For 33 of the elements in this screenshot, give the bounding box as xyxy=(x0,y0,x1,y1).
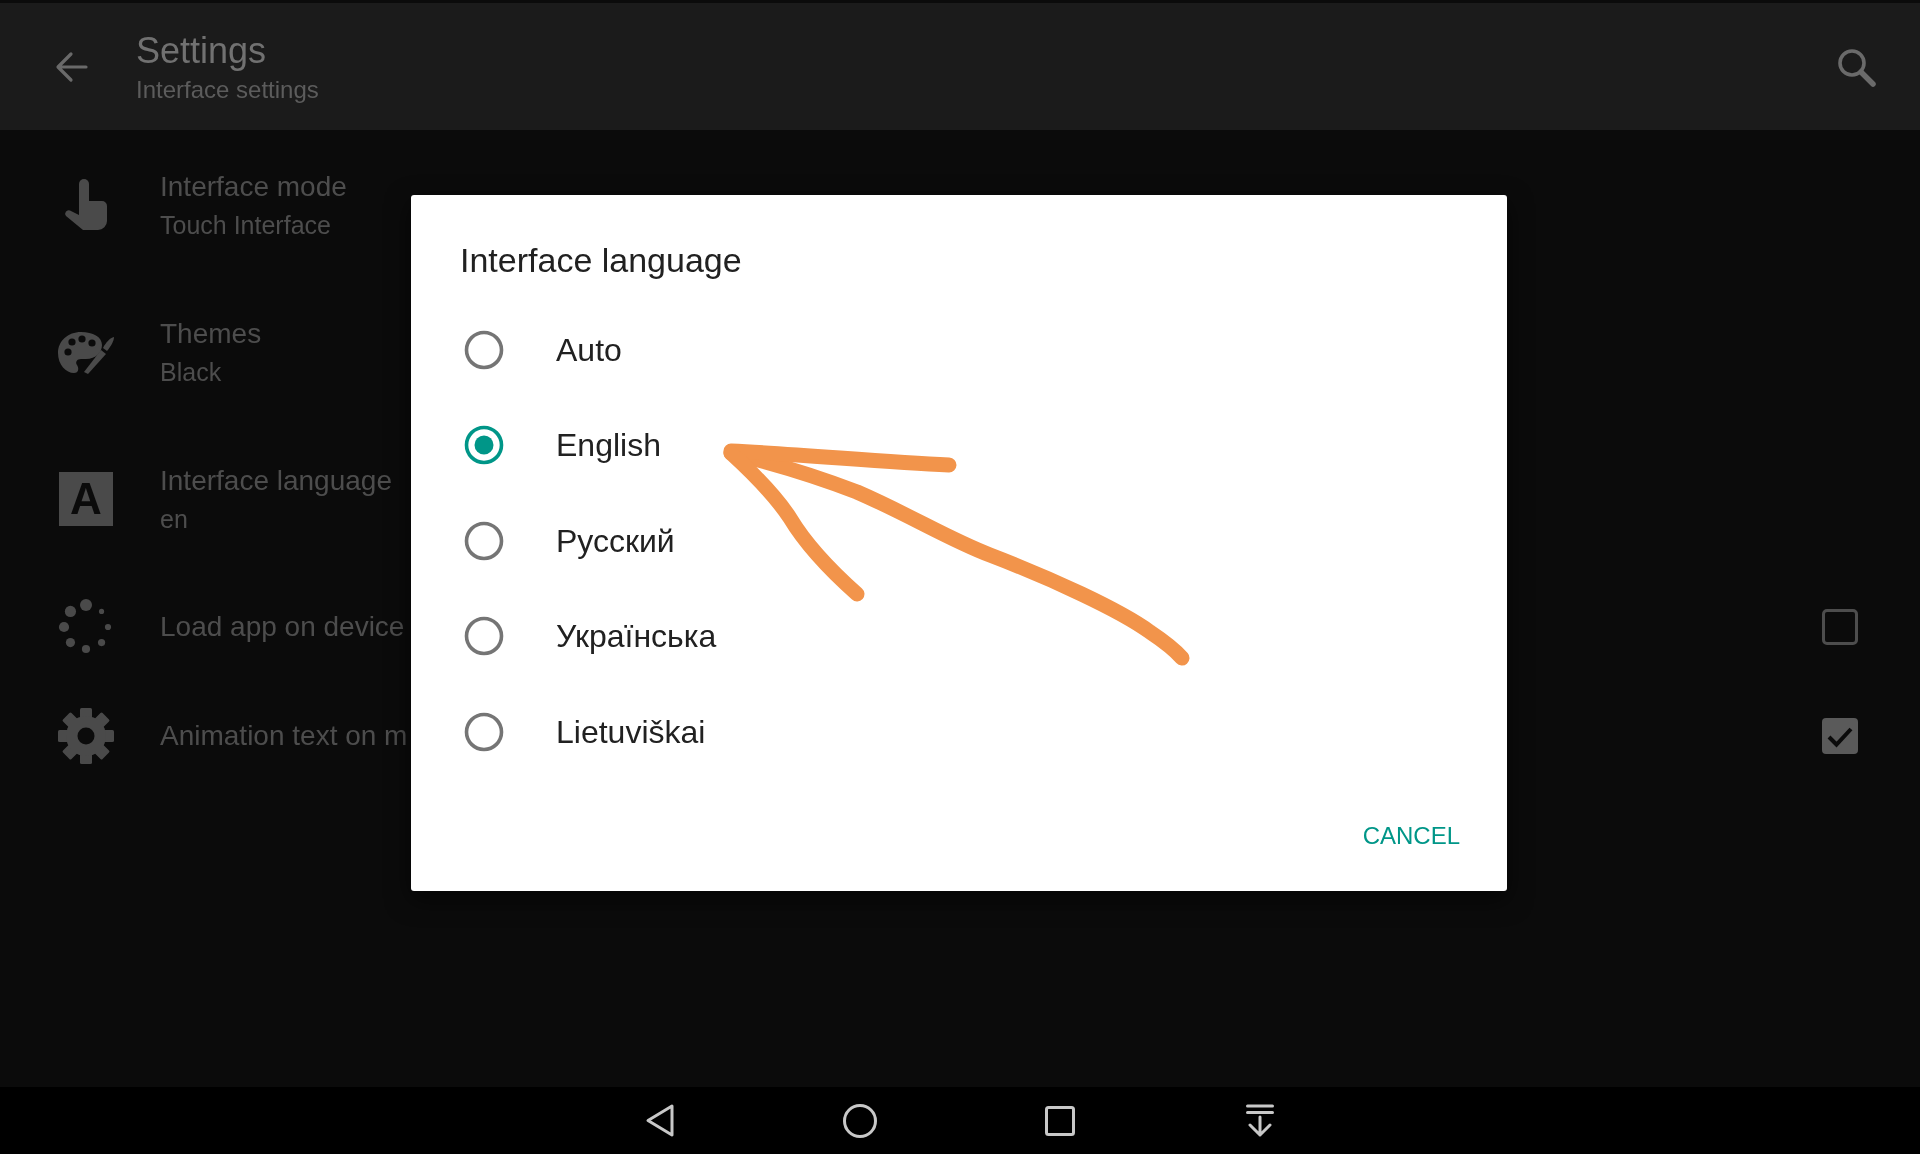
setting-title: Load app on device xyxy=(160,609,405,644)
option-label[interactable]: Lietuviškai xyxy=(556,712,706,751)
recents-icon[interactable] xyxy=(1045,1105,1075,1136)
option-label[interactable]: Українська xyxy=(556,617,717,656)
setting-summary: Touch Interface xyxy=(160,209,332,240)
radio-button[interactable] xyxy=(464,616,504,657)
page-subtitle: Interface settings xyxy=(136,75,319,104)
letter-tile-icon: A xyxy=(59,471,113,526)
dialog-title: Interface language xyxy=(459,240,743,280)
gear-icon xyxy=(56,705,116,766)
checkbox[interactable] xyxy=(1822,717,1858,754)
setting-title: Interface mode xyxy=(160,169,347,204)
home-icon[interactable] xyxy=(843,1103,877,1138)
setting-summary: Black xyxy=(160,356,223,387)
back-icon[interactable] xyxy=(645,1103,675,1138)
search-icon[interactable] xyxy=(1836,46,1876,87)
setting-title: Interface language xyxy=(160,463,392,498)
checkbox[interactable] xyxy=(1822,608,1858,645)
page-title: Settings xyxy=(136,29,268,72)
setting-title: Themes xyxy=(160,316,262,351)
dotted-circle-icon xyxy=(58,598,114,655)
setting-title: Animation text on m xyxy=(160,718,408,753)
option-label[interactable]: Auto xyxy=(556,330,622,369)
radio-button[interactable] xyxy=(464,520,504,561)
setting-summary: en xyxy=(160,503,189,534)
cancel-button[interactable]: CANCEL xyxy=(1354,807,1468,864)
pointing-hand-icon xyxy=(64,178,108,231)
option-label[interactable]: English xyxy=(556,426,661,465)
down-arrow-lines-icon[interactable] xyxy=(1246,1104,1274,1137)
radio-button[interactable] xyxy=(464,711,504,752)
radio-button[interactable] xyxy=(464,329,504,370)
radio-button[interactable] xyxy=(464,425,504,466)
option-label[interactable]: Русский xyxy=(556,521,675,560)
